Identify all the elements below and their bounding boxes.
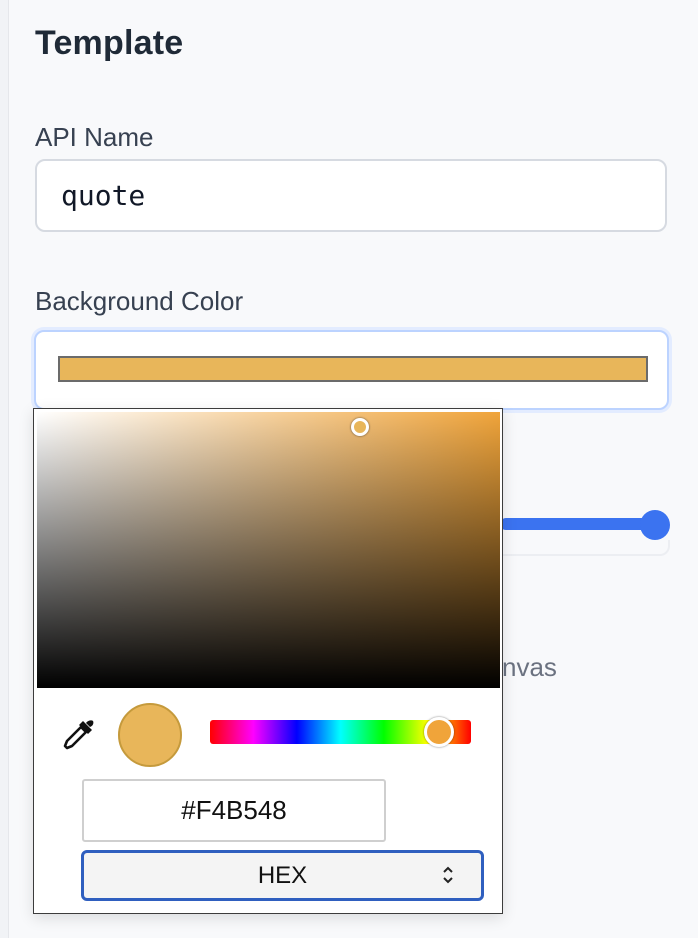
saturation-brightness-area[interactable] [37, 412, 500, 688]
color-format-label: HEX [257, 862, 308, 889]
slider-handle[interactable] [640, 510, 670, 540]
chevron-up-down-icon [443, 866, 453, 884]
slider-container-edge [500, 540, 670, 556]
hue-slider-handle[interactable] [424, 717, 454, 747]
saturation-cursor[interactable] [351, 418, 369, 436]
section-title: Template [35, 24, 184, 62]
hex-value-input[interactable]: #F4B548 [82, 779, 386, 842]
background-color-label: Background Color [35, 286, 244, 316]
slider-track[interactable] [500, 518, 655, 530]
api-name-input[interactable]: quote [35, 159, 667, 232]
api-name-label: API Name [35, 122, 154, 152]
eyedropper-icon[interactable] [60, 717, 96, 753]
panel-divider [0, 0, 9, 938]
background-color-swatch[interactable] [58, 356, 648, 382]
saturation-gradient [37, 412, 500, 688]
color-picker-popup: #F4B548 HEX [33, 408, 503, 914]
color-preview-swatch [118, 703, 182, 767]
color-format-select[interactable]: HEX [81, 850, 484, 901]
background-color-field[interactable] [34, 330, 669, 410]
occluded-label: nvas [502, 652, 557, 682]
template-settings-panel: Template API Name quote Background Color… [0, 0, 698, 938]
